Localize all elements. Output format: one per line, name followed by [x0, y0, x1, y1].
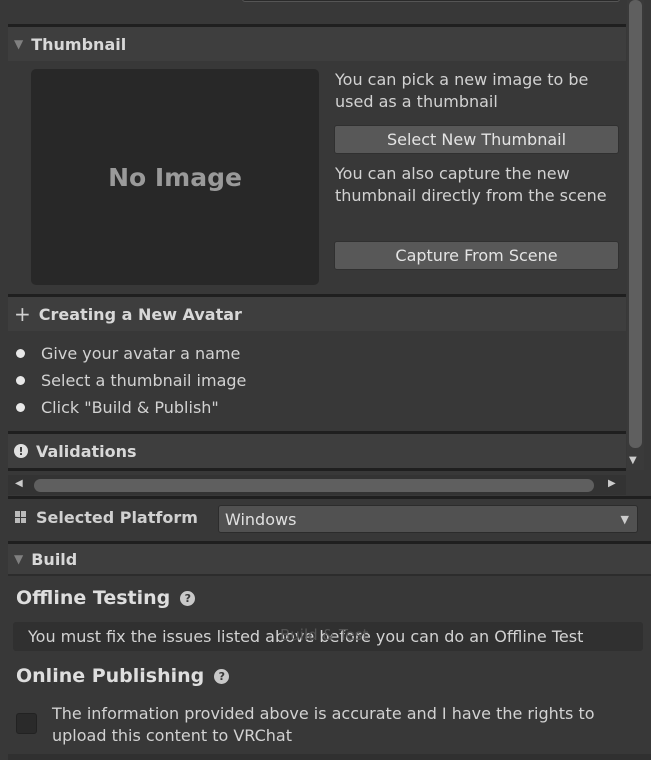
platform-value: Windows: [225, 509, 297, 529]
platform-dropdown[interactable]: Windows ▼: [218, 505, 638, 533]
thumbnail-preview: No Image: [31, 69, 319, 285]
divider: [8, 496, 651, 499]
horizontal-scroll-thumb[interactable]: [34, 479, 594, 492]
validations-foldout[interactable]: ! Validations: [8, 434, 626, 468]
plus-icon: +: [14, 302, 31, 326]
top-field[interactable]: [242, 0, 620, 2]
vertical-scroll-thumb[interactable]: [629, 0, 642, 448]
triangle-down-icon: ▼: [14, 37, 24, 51]
scroll-down-icon[interactable]: ▼: [629, 455, 637, 466]
offline-message: You must fix the issues listed above bef…: [13, 622, 643, 651]
bullet-icon: [16, 349, 25, 358]
divider: [8, 468, 626, 471]
rights-checkbox[interactable]: [16, 713, 37, 734]
validations-title: Validations: [36, 441, 137, 461]
chevron-down-icon: ▼: [620, 512, 629, 526]
warning-icon: !: [14, 444, 28, 458]
offline-title: Offline Testing: [16, 587, 171, 609]
bullet-icon: [16, 403, 25, 412]
help-icon[interactable]: ?: [214, 668, 230, 684]
build-foldout[interactable]: ▼ Build: [8, 544, 651, 574]
list-item: Click "Build & Publish": [16, 398, 219, 417]
online-title: Online Publishing: [16, 665, 205, 687]
windows-icon: [15, 511, 27, 523]
pick-text: You can pick a new image to be used as a…: [335, 70, 589, 111]
step-text: Select a thumbnail image: [41, 371, 247, 390]
thumbnail-foldout[interactable]: ▼ Thumbnail: [8, 27, 626, 61]
online-publishing-heading: Online Publishing ?: [16, 665, 230, 687]
scroll-left-icon[interactable]: ◀: [15, 478, 23, 489]
platform-label: Selected Platform: [36, 508, 198, 527]
list-item: Select a thumbnail image: [16, 371, 246, 390]
help-icon[interactable]: ?: [180, 590, 196, 606]
creating-avatar-foldout[interactable]: + Creating a New Avatar: [8, 297, 626, 331]
creating-title: Creating a New Avatar: [38, 304, 242, 324]
scroll-right-icon[interactable]: ▶: [608, 478, 616, 489]
step-text: Give your avatar a name: [41, 344, 241, 363]
bullet-icon: [16, 376, 25, 385]
build-title: Build: [31, 549, 78, 569]
list-item: Give your avatar a name: [16, 344, 240, 363]
capture-text: You can also capture the new thumbnail d…: [335, 164, 607, 205]
step-text: Click "Build & Publish": [41, 398, 219, 417]
capture-from-scene-button[interactable]: Capture From Scene: [334, 241, 619, 270]
thumbnail-title: Thumbnail: [31, 34, 127, 54]
bottom-panel: [8, 754, 651, 760]
divider: [8, 574, 651, 576]
no-image-label: No Image: [108, 162, 242, 192]
triangle-down-icon: ▼: [14, 552, 24, 566]
offline-testing-heading: Offline Testing ?: [16, 587, 196, 609]
select-new-thumbnail-button[interactable]: Select New Thumbnail: [334, 125, 619, 154]
rights-label: The information provided above is accura…: [52, 704, 595, 745]
